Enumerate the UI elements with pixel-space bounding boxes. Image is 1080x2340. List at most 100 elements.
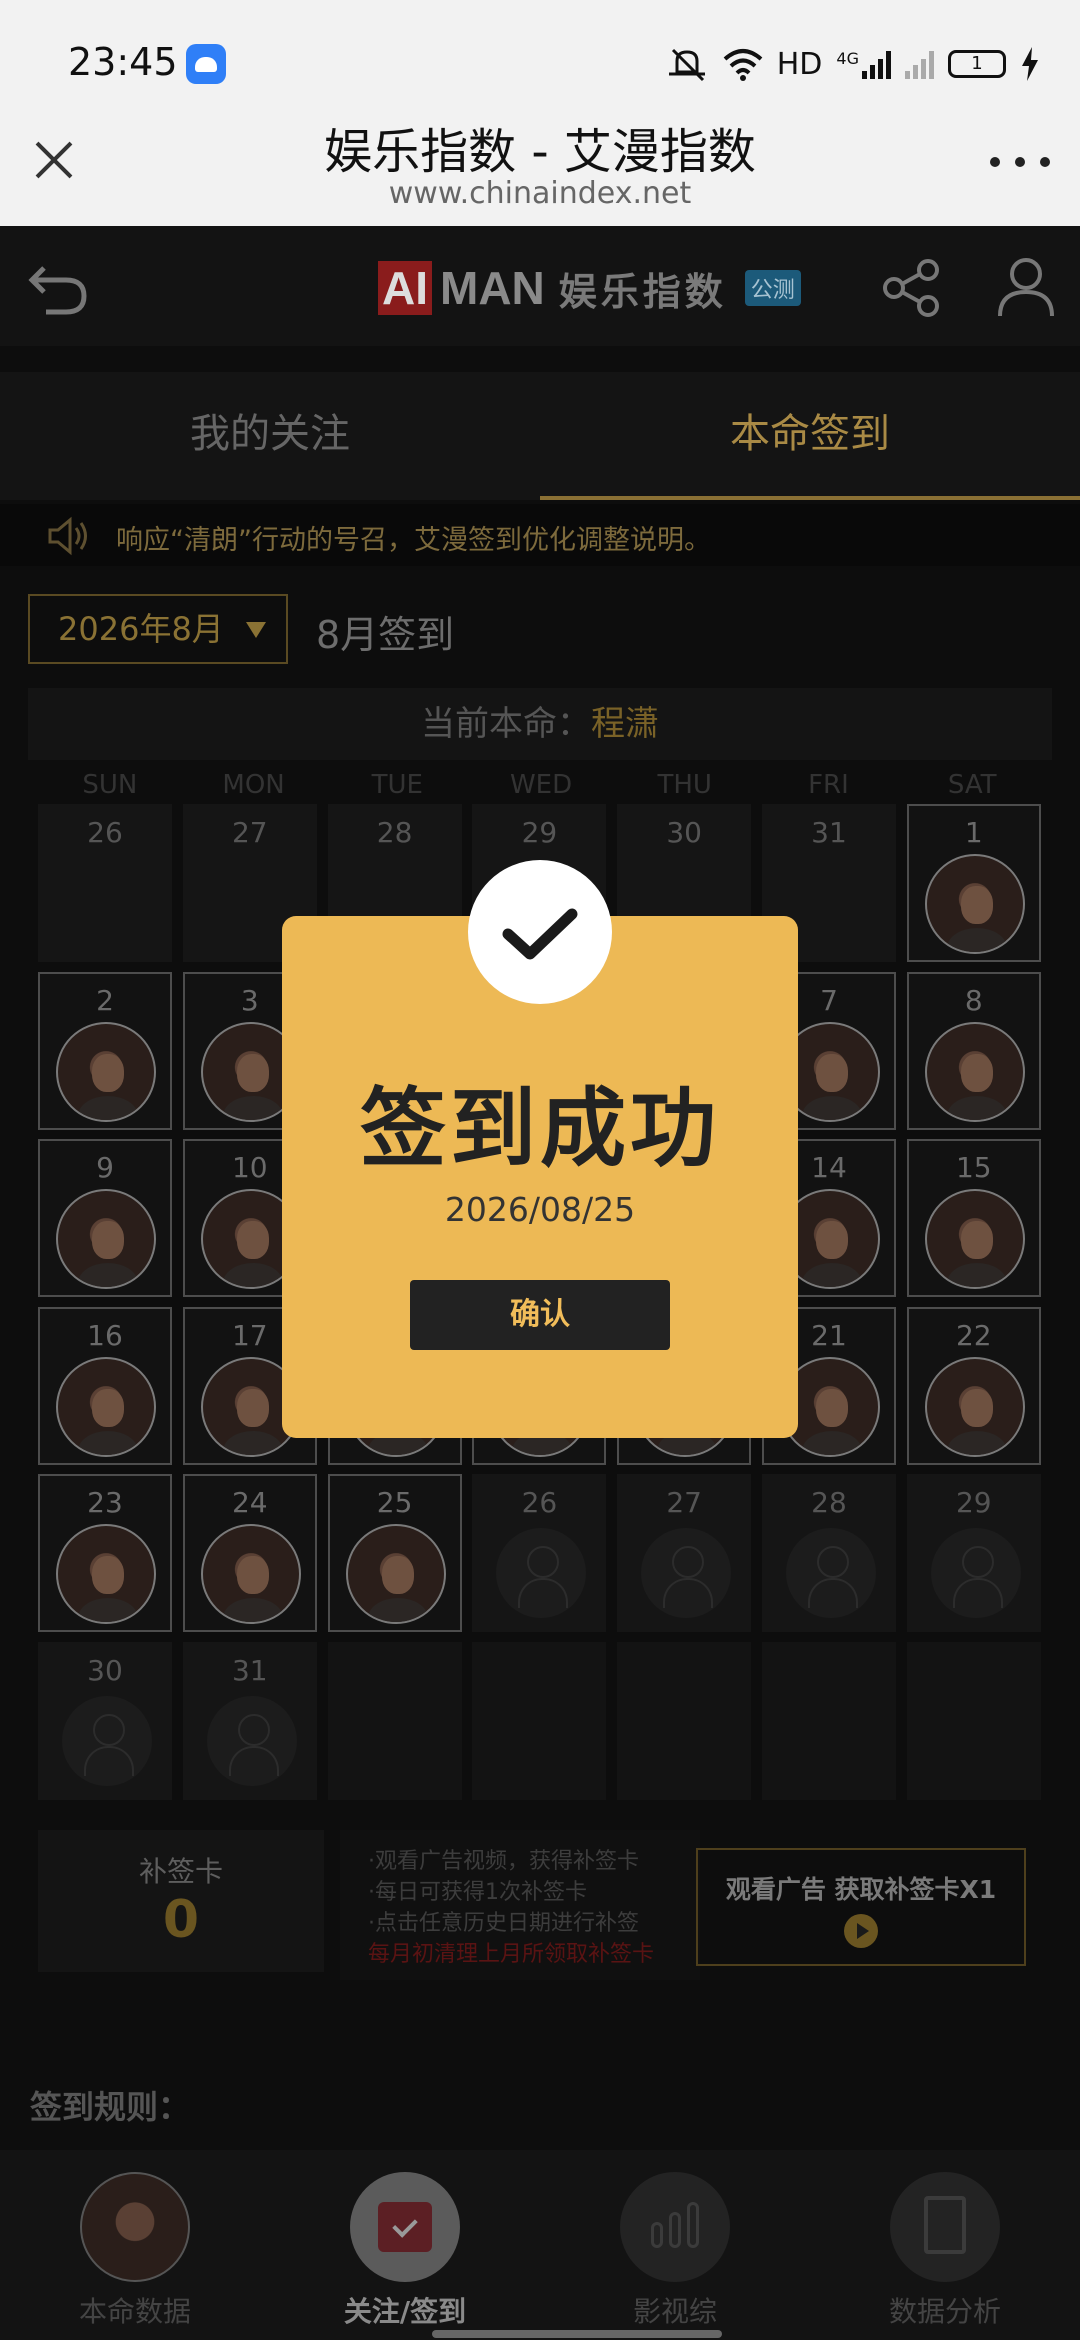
avatar-placeholder-icon [641,1528,732,1618]
modal-date: 2026/08/25 [444,1190,636,1229]
mute-bell-icon [668,48,705,82]
share-icon[interactable] [880,256,944,320]
confirm-button[interactable]: 确认 [410,1280,670,1350]
nav-label: 本命数据 [78,2295,191,2328]
avatar-placeholder-icon [206,1695,297,1786]
calendar-day-number: 27 [666,1486,702,1519]
play-icon [844,1914,878,1948]
watch-ad-button[interactable]: 观看广告 获取补签卡X1 [696,1848,1026,1966]
bottom-nav: 本命数据 关注/签到 影视综 数据分析 [0,2150,1080,2340]
current-label: 当前本命： [421,704,591,744]
avatar [924,1356,1025,1457]
calendar-day[interactable]: 27 [617,1474,752,1632]
calendar-day [327,1641,462,1800]
tab-checkin[interactable]: 本命签到 [540,372,1080,500]
weekday-header: SUN MON TUE WED THU FRI SAT [38,770,1044,800]
tip-line: ·每日可获得1次补签卡 [368,1880,587,1905]
nav-film-tv[interactable]: 影视综 [540,2150,810,2340]
weekday-tue: TUE [371,770,423,800]
chevron-down-icon [246,622,266,638]
back-icon[interactable] [26,254,90,318]
calendar-day[interactable]: 8 [906,971,1041,1130]
avatar-placeholder-icon [62,1695,152,1786]
calendar-check-icon [350,2172,460,2282]
tip-line: ·观看广告视频，获得补签卡 [368,1849,639,1874]
calendar-day [762,1641,896,1800]
status-indicators: HD 4G 1 [665,44,1040,84]
browser-header: 娱乐指数 - 艾漫指数 www.chinaindex.net [0,100,1080,226]
calendar-day-number: 16 [87,1318,123,1352]
calendar-day-number: 1 [964,816,983,849]
home-indicator[interactable] [432,2330,722,2338]
calendar-day-number: 31 [811,816,847,849]
network-type: 4G [836,49,859,68]
calendar-day[interactable]: 29 [906,1474,1041,1632]
calendar-day [472,1641,607,1800]
calendar-day[interactable]: 28 [762,1474,896,1632]
logo-man: MAN [440,262,545,314]
nav-label: 影视综 [632,2295,717,2328]
notice-text: 响应“清朗”行动的号召，艾漫签到优化调整说明。 [116,525,711,556]
calendar-day[interactable]: 9 [38,1139,172,1297]
nav-label: 关注/签到 [343,2295,467,2328]
avatar-icon [80,2172,190,2282]
nav-follow-checkin[interactable]: 关注/签到 [270,2150,540,2340]
calendar-day-number: 25 [376,1486,413,1519]
calendar-day-number: 15 [955,1151,992,1184]
calendar-day[interactable]: 1 [906,804,1041,962]
calendar-day-number: 2 [96,983,114,1017]
calendar-day-number: 8 [964,983,983,1017]
calendar-day [617,1641,752,1800]
calendar-day-number: 29 [521,816,558,849]
current-name: 程潇 [591,704,659,744]
calendar-day[interactable]: 2 [38,971,172,1130]
calendar-day[interactable]: 30 [38,1641,172,1800]
calendar-day[interactable]: 23 [38,1474,172,1632]
android-app-icon [186,44,226,84]
calendar-day[interactable]: 26 [472,1474,607,1632]
makeup-card-count: 0 [162,1890,200,1950]
calendar-day-number: 9 [96,1151,114,1184]
notice-bar[interactable]: 响应“清朗”行动的号召，艾漫签到优化调整说明。 [0,504,1080,566]
calendar-day[interactable]: 31 [182,1641,317,1800]
logo-ai: AI [378,261,432,315]
logo-text: 娱乐指数 [558,269,727,314]
tip-line: ·点击任意历史日期进行补签 [368,1911,639,1936]
signal-strength-icon: 4G [836,49,891,79]
calendar-day-number: 23 [87,1486,123,1519]
status-time: 23:45 [68,40,178,84]
wifi-icon [723,49,763,81]
nav-favorite-data[interactable]: 本命数据 [0,2150,270,2340]
calendar-day-number: 28 [811,1486,847,1519]
weekday-sat: SAT [947,770,997,800]
weekday-thu: THU [657,770,712,800]
calendar-day[interactable]: 25 [327,1474,462,1632]
calendar-day[interactable]: 15 [906,1139,1041,1297]
tab-my-follow[interactable]: 我的关注 [0,372,540,500]
calendar-day[interactable]: 26 [38,804,172,962]
user-icon[interactable] [996,254,1056,318]
nav-data-analysis[interactable]: 数据分析 [810,2150,1080,2340]
network-label: HD [776,46,823,82]
calendar-day [906,1641,1041,1800]
weekday-sun: SUN [82,770,138,800]
more-options-icon[interactable] [990,152,1050,172]
avatar [56,1524,156,1624]
calendar-day-number: 28 [376,816,413,849]
avatar [200,1524,301,1624]
calendar-day[interactable]: 16 [38,1306,172,1465]
month-title: 8月签到 [316,613,455,657]
calendar-day[interactable]: 22 [906,1306,1041,1465]
signal-secondary-icon [905,49,934,79]
browser-url: www.chinaindex.net [388,176,692,211]
beta-badge: 公测 [744,270,801,306]
month-select[interactable]: 2026年8月 [28,594,288,664]
nav-label: 数据分析 [888,2295,1001,2328]
weekday-fri: FRI [808,770,849,800]
calendar-day[interactable]: 24 [182,1474,317,1632]
watch-ad-label: 观看广告 获取补签卡X1 [725,1875,997,1904]
charging-icon [1022,47,1038,81]
avatar [56,1021,156,1122]
calendar-day-number: 27 [231,816,268,849]
avatar [924,1021,1025,1122]
